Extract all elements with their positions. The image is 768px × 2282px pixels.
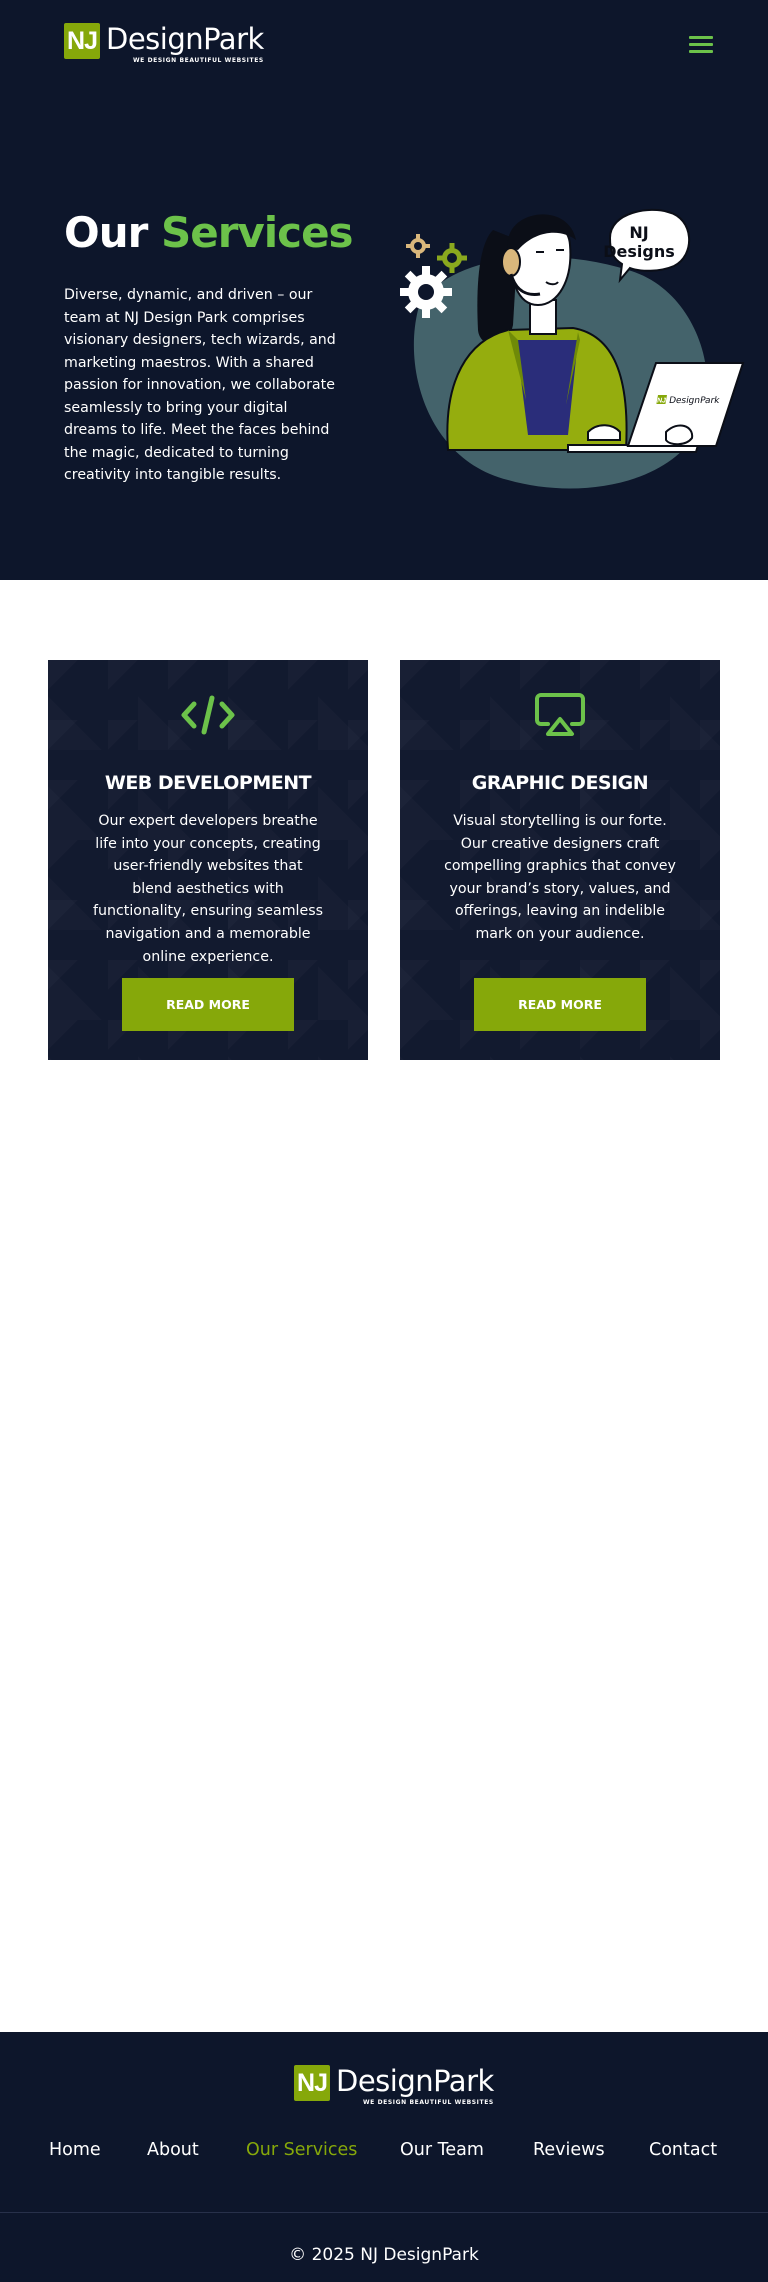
hero-section: NJ DesignPark WE DESIGN BEAUTIFUL WEBSIT… <box>0 0 768 580</box>
service-card-graphic-design: GRAPHIC DESIGN Visual storytelling is ou… <box>400 660 720 1060</box>
service-description: Our expert developers breathe life into … <box>93 813 323 965</box>
footer: NJ DesignPark WE DESIGN BEAUTIFUL WEBSIT… <box>0 2032 768 2282</box>
logo-tagline: WE DESIGN BEAUTIFUL WEBSITES <box>362 2099 494 2106</box>
svg-text:NJ: NJ <box>629 223 648 242</box>
footer-nav-reviews[interactable]: Reviews <box>533 2140 605 2160</box>
read-more-button[interactable]: READ MORE <box>474 978 646 1031</box>
page-title-part1: Our <box>64 208 148 257</box>
logo-tagline: WE DESIGN BEAUTIFUL WEBSITES <box>132 57 264 64</box>
logo-badge: NJ <box>294 2065 330 2101</box>
logo-badge: NJ <box>64 23 100 59</box>
footer-nav-home[interactable]: Home <box>49 2140 101 2160</box>
gear-icon <box>400 266 452 318</box>
copyright-text: © 2025 NJ DesignPark <box>289 2245 479 2265</box>
hero-description: Diverse, dynamic, and driven – our team … <box>64 287 336 483</box>
service-description: Visual storytelling is our forte. Our cr… <box>444 813 676 942</box>
gear-icon <box>437 243 467 273</box>
footer-divider <box>0 2212 768 2213</box>
svg-text:DesignPark: DesignPark <box>668 396 721 406</box>
logo-name: DesignPark <box>106 22 264 56</box>
footer-nav-contact[interactable]: Contact <box>649 2140 717 2160</box>
logo-name: DesignPark <box>336 2064 494 2098</box>
footer-logo[interactable]: NJ DesignPark WE DESIGN BEAUTIFUL WEBSIT… <box>294 2064 494 2106</box>
airplay-icon <box>535 693 585 736</box>
footer-nav: Home About Our Services Our Team Reviews… <box>0 2140 768 2170</box>
svg-text:Designs: Designs <box>603 242 675 261</box>
page-title: Our Services <box>64 208 354 257</box>
code-icon <box>181 695 235 735</box>
hamburger-icon[interactable] <box>689 36 713 54</box>
gear-icon <box>406 234 430 258</box>
footer-nav-our-team[interactable]: Our Team <box>400 2140 484 2160</box>
footer-nav-about[interactable]: About <box>147 2140 199 2160</box>
service-title: GRAPHIC DESIGN <box>471 772 649 794</box>
read-more-button[interactable]: READ MORE <box>122 978 294 1031</box>
page-title-part2: Services <box>160 208 354 257</box>
svg-text:NJ: NJ <box>656 398 666 405</box>
service-card-web-development: WEB DEVELOPMENT Our expert developers br… <box>48 660 368 1060</box>
footer-nav-our-services[interactable]: Our Services <box>246 2140 357 2160</box>
support-agent-illustration: NJ DesignPark NJ Designs <box>400 208 745 489</box>
service-title: WEB DEVELOPMENT <box>104 772 312 794</box>
site-logo[interactable]: NJ DesignPark WE DESIGN BEAUTIFUL WEBSIT… <box>64 22 264 64</box>
